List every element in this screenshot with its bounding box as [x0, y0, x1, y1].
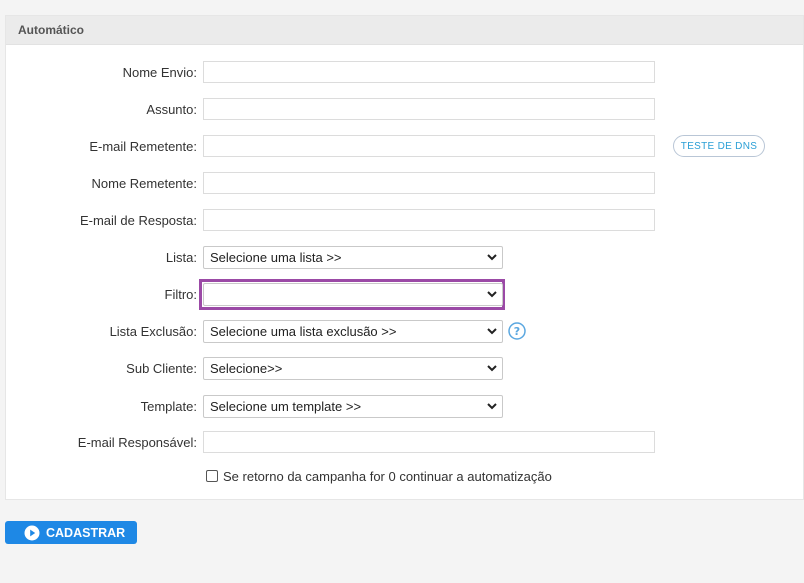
filtro-select[interactable] [203, 283, 503, 306]
sub-cliente-label: Sub Cliente: [126, 361, 197, 376]
lista-select[interactable]: Selecione uma lista >> [203, 246, 503, 269]
nome-envio-input[interactable] [203, 61, 655, 83]
continue-automation-label: Se retorno da campanha for 0 continuar a… [223, 468, 552, 484]
panel-title: Automático [6, 16, 803, 45]
lista-label: Lista: [165, 250, 197, 265]
lista-exclusao-label: Lista Exclusão: [109, 324, 197, 339]
nome-remetente-label: Nome Remetente: [91, 176, 198, 191]
row-filtro: Filtro: [6, 279, 803, 310]
row-email-resposta: E-mail de Resposta: [6, 209, 803, 233]
row-lista: Lista: Selecione uma lista >> [6, 246, 803, 270]
template-selected-value: Selecione um template >> [210, 399, 362, 414]
chevron-down-icon [487, 291, 497, 298]
row-lista-exclusao: Lista Exclusão: Selecione uma lista excl… [6, 320, 803, 344]
row-nome-envio: Nome Envio: [6, 61, 803, 85]
email-resposta-input[interactable] [203, 209, 655, 231]
sub-cliente-selected-value: Selecione>> [210, 361, 283, 376]
row-email-responsavel: E-mail Responsável: [6, 431, 803, 455]
email-responsavel-input[interactable] [203, 431, 655, 453]
automatico-panel: Automático Nome Envio: Assunto: E-mail R… [5, 15, 804, 500]
filtro-label: Filtro: [164, 287, 198, 302]
chevron-down-icon [487, 365, 497, 372]
email-resposta-label: E-mail de Resposta: [79, 213, 197, 228]
cadastrar-button[interactable]: CADASTRAR [5, 521, 137, 544]
chevron-down-icon [487, 328, 497, 335]
chevron-down-icon [487, 403, 497, 410]
template-label: Template: [140, 399, 197, 414]
row-nome-remetente: Nome Remetente: [6, 172, 803, 196]
row-email-remetente: E-mail Remetente: TESTE DE DNS [6, 135, 803, 159]
nome-envio-label: Nome Envio: [122, 65, 197, 80]
email-remetente-input[interactable] [203, 135, 655, 157]
assunto-label: Assunto: [146, 102, 197, 117]
lista-exclusao-selected-value: Selecione uma lista exclusão >> [210, 324, 397, 339]
assunto-input[interactable] [203, 98, 655, 120]
nome-remetente-input[interactable] [203, 172, 655, 194]
row-template: Template: Selecione um template >> [6, 395, 803, 419]
play-circle-icon [24, 525, 40, 540]
row-sub-cliente: Sub Cliente: Selecione>> [6, 357, 803, 381]
teste-dns-button[interactable]: TESTE DE DNS [673, 135, 765, 157]
continue-automation-checkbox[interactable] [206, 470, 218, 482]
email-remetente-label: E-mail Remetente: [89, 139, 197, 154]
sub-cliente-select[interactable]: Selecione>> [203, 357, 503, 380]
email-responsavel-label: E-mail Responsável: [77, 435, 197, 450]
row-assunto: Assunto: [6, 98, 803, 122]
template-select[interactable]: Selecione um template >> [203, 395, 503, 418]
lista-selected-value: Selecione uma lista >> [210, 250, 342, 265]
chevron-down-icon [487, 254, 497, 261]
question-circle-icon[interactable]: ? [508, 322, 526, 340]
continue-automation-option: Se retorno da campanha for 0 continuar a… [206, 467, 552, 485]
lista-exclusao-select[interactable]: Selecione uma lista exclusão >> [203, 320, 503, 343]
svg-text:?: ? [514, 325, 520, 338]
cadastrar-label: CADASTRAR [46, 525, 126, 540]
